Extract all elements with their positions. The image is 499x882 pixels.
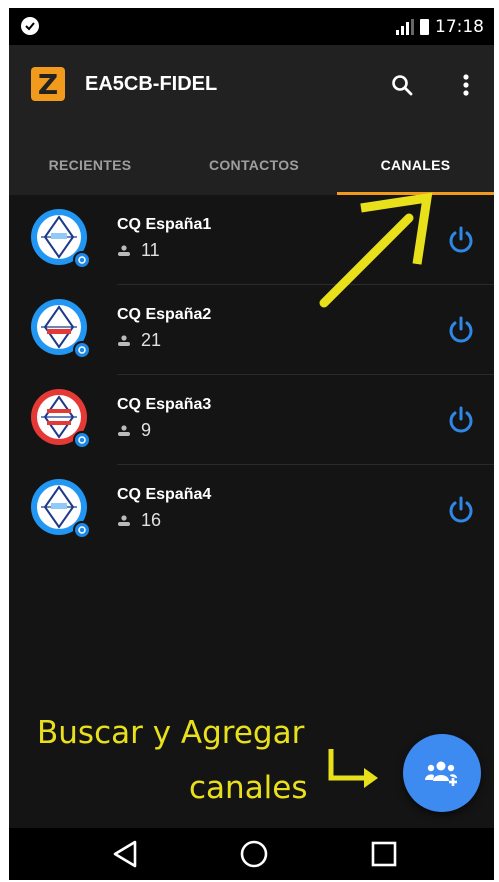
power-icon[interactable] [446,315,476,345]
status-time: 17:18 [435,17,484,37]
channel-row[interactable]: CQ España4 16 [9,465,494,555]
power-icon[interactable] [446,225,476,255]
tab-contactos[interactable]: CONTACTOS [171,135,337,195]
search-button[interactable] [382,65,422,105]
tab-bar: RECIENTES CONTACTOS CANALES [9,135,494,195]
channel-user-count: 16 [141,510,162,530]
channel-user-count: 9 [141,420,152,440]
back-button[interactable] [105,836,145,872]
channel-user-count: 11 [141,240,160,260]
home-button[interactable] [234,836,274,872]
search-icon [392,75,413,96]
add-channel-fab[interactable] [403,734,481,812]
tab-recientes[interactable]: RECIENTES [9,135,171,195]
user-icon [118,514,130,526]
status-bar: 17:18 [9,8,494,45]
hint-text-line1: Buscar y Agregar [37,715,305,751]
channel-name: CQ España3 [117,396,212,413]
channel-avatar [31,389,91,449]
power-icon[interactable] [446,495,476,525]
app-logo: Z [31,67,65,101]
power-icon[interactable] [446,405,476,435]
channel-avatar [31,209,91,269]
recents-button[interactable] [364,836,404,872]
add-group-icon [425,761,457,786]
hint-text-line2: canales [189,770,308,806]
hint-arrow [328,749,378,788]
system-navbar [9,828,494,880]
back-icon [113,840,137,868]
channel-name: CQ España4 [117,486,212,503]
signal-icon [396,19,414,35]
recents-icon [371,841,397,867]
check-circle-icon [21,17,39,35]
phone-screen: 17:18 Z EA5CB-FIDEL RECIENTES CONTACTOS … [9,8,494,880]
home-icon [240,840,268,868]
channel-name: CQ España1 [117,216,212,233]
app-toolbar: Z EA5CB-FIDEL [9,45,494,135]
annotation-arrow [319,192,433,308]
channel-avatar [31,479,91,539]
tab-canales[interactable]: CANALES [337,135,494,195]
channel-user-count: 21 [141,330,162,350]
user-icon [118,334,130,346]
channel-row[interactable]: CQ España3 9 [9,375,494,465]
overflow-menu-button[interactable] [446,65,486,105]
channel-avatar [31,299,91,359]
battery-icon [420,19,429,35]
user-icon [118,244,130,256]
more-vertical-icon [463,74,469,96]
account-title: EA5CB-FIDEL [85,73,218,95]
user-icon [118,424,130,436]
channel-name: CQ España2 [117,306,212,323]
